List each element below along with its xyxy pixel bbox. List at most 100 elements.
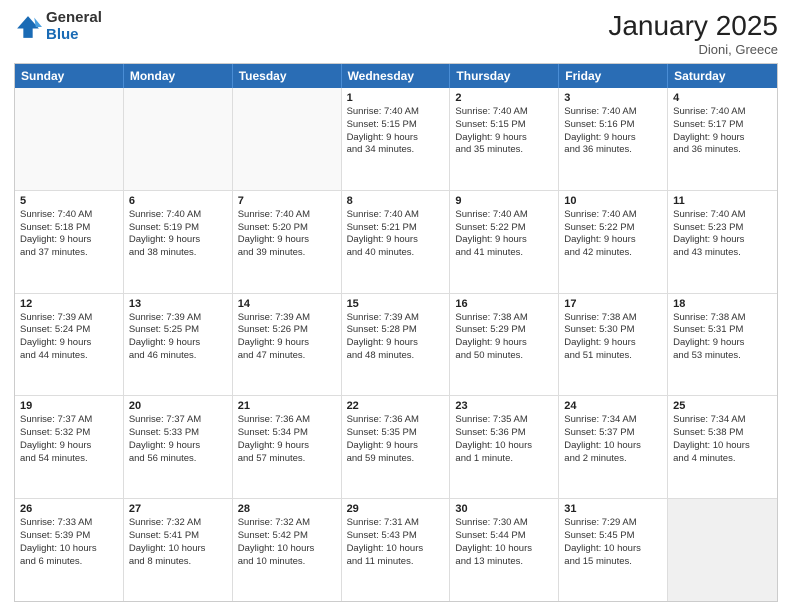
- calendar-cell: 20 Sunrise: 7:37 AM Sunset: 5:33 PM Dayli…: [124, 396, 233, 498]
- header: General Blue January 2025 Dioni, Greece: [14, 10, 778, 57]
- day-number: 7: [238, 195, 336, 207]
- day-number: 19: [20, 400, 118, 412]
- day-number: 24: [564, 400, 662, 412]
- calendar-cell: 28 Sunrise: 7:32 AM Sunset: 5:42 PM Dayli…: [233, 499, 342, 601]
- calendar-cell: 9 Sunrise: 7:40 AM Sunset: 5:22 PM Daylig…: [450, 191, 559, 293]
- calendar-cell: 2 Sunrise: 7:40 AM Sunset: 5:15 PM Daylig…: [450, 88, 559, 190]
- calendar-cell: 1 Sunrise: 7:40 AM Sunset: 5:15 PM Daylig…: [342, 88, 451, 190]
- day-info: Sunrise: 7:40 AM Sunset: 5:18 PM Dayligh…: [20, 209, 118, 260]
- day-info: Sunrise: 7:40 AM Sunset: 5:21 PM Dayligh…: [347, 209, 445, 260]
- day-info: Sunrise: 7:40 AM Sunset: 5:15 PM Dayligh…: [455, 106, 553, 157]
- calendar-cell: 7 Sunrise: 7:40 AM Sunset: 5:20 PM Daylig…: [233, 191, 342, 293]
- day-info: Sunrise: 7:39 AM Sunset: 5:24 PM Dayligh…: [20, 312, 118, 363]
- day-number: 26: [20, 503, 118, 515]
- calendar-cell: 25Sunrise: 7:34 AM Sunset: 5:38 PM Dayli…: [668, 396, 777, 498]
- header-day-thursday: Thursday: [450, 64, 559, 88]
- calendar-cell: 26 Sunrise: 7:33 AM Sunset: 5:39 PM Dayli…: [15, 499, 124, 601]
- day-number: 17: [564, 298, 662, 310]
- day-number: 9: [455, 195, 553, 207]
- day-info: Sunrise: 7:40 AM Sunset: 5:23 PM Dayligh…: [673, 209, 772, 260]
- day-number: 18: [673, 298, 772, 310]
- day-info: Sunrise: 7:39 AM Sunset: 5:25 PM Dayligh…: [129, 312, 227, 363]
- day-number: 31: [564, 503, 662, 515]
- logo-blue-label: Blue: [46, 27, 102, 44]
- day-info: Sunrise: 7:40 AM Sunset: 5:20 PM Dayligh…: [238, 209, 336, 260]
- day-info: Sunrise: 7:37 AM Sunset: 5:33 PM Dayligh…: [129, 414, 227, 465]
- day-number: 10: [564, 195, 662, 207]
- calendar-cell: [668, 499, 777, 601]
- day-info: Sunrise: 7:40 AM Sunset: 5:22 PM Dayligh…: [564, 209, 662, 260]
- calendar-cell: 8 Sunrise: 7:40 AM Sunset: 5:21 PM Daylig…: [342, 191, 451, 293]
- day-number: 16: [455, 298, 553, 310]
- day-info: Sunrise: 7:40 AM Sunset: 5:17 PM Dayligh…: [673, 106, 772, 157]
- logo-text: General Blue: [46, 10, 102, 43]
- day-info: Sunrise: 7:33 AM Sunset: 5:39 PM Dayligh…: [20, 517, 118, 568]
- calendar-cell: 24 Sunrise: 7:34 AM Sunset: 5:37 PM Dayli…: [559, 396, 668, 498]
- calendar-cell: 30Sunrise: 7:30 AM Sunset: 5:44 PM Dayli…: [450, 499, 559, 601]
- header-day-friday: Friday: [559, 64, 668, 88]
- day-number: 12: [20, 298, 118, 310]
- day-number: 15: [347, 298, 445, 310]
- calendar-cell: 5Sunrise: 7:40 AM Sunset: 5:18 PM Daylig…: [15, 191, 124, 293]
- calendar-row-2: 12 Sunrise: 7:39 AM Sunset: 5:24 PM Dayli…: [15, 293, 777, 396]
- day-number: 4: [673, 92, 772, 104]
- calendar-cell: 14Sunrise: 7:39 AM Sunset: 5:26 PM Dayli…: [233, 294, 342, 396]
- calendar-cell: 3 Sunrise: 7:40 AM Sunset: 5:16 PM Daylig…: [559, 88, 668, 190]
- calendar-cell: [124, 88, 233, 190]
- day-info: Sunrise: 7:40 AM Sunset: 5:22 PM Dayligh…: [455, 209, 553, 260]
- day-info: Sunrise: 7:40 AM Sunset: 5:15 PM Dayligh…: [347, 106, 445, 157]
- calendar-cell: 17 Sunrise: 7:38 AM Sunset: 5:30 PM Dayli…: [559, 294, 668, 396]
- day-number: 8: [347, 195, 445, 207]
- calendar: SundayMondayTuesdayWednesdayThursdayFrid…: [14, 63, 778, 602]
- day-info: Sunrise: 7:39 AM Sunset: 5:26 PM Dayligh…: [238, 312, 336, 363]
- header-day-tuesday: Tuesday: [233, 64, 342, 88]
- day-number: 6: [129, 195, 227, 207]
- day-info: Sunrise: 7:34 AM Sunset: 5:38 PM Dayligh…: [673, 414, 772, 465]
- calendar-cell: 11 Sunrise: 7:40 AM Sunset: 5:23 PM Dayli…: [668, 191, 777, 293]
- page: General Blue January 2025 Dioni, Greece …: [0, 0, 792, 612]
- calendar-row-1: 5Sunrise: 7:40 AM Sunset: 5:18 PM Daylig…: [15, 190, 777, 293]
- day-number: 11: [673, 195, 772, 207]
- calendar-header: SundayMondayTuesdayWednesdayThursdayFrid…: [15, 64, 777, 88]
- day-info: Sunrise: 7:40 AM Sunset: 5:19 PM Dayligh…: [129, 209, 227, 260]
- logo-general-label: General: [46, 10, 102, 27]
- calendar-row-4: 26 Sunrise: 7:33 AM Sunset: 5:39 PM Dayli…: [15, 498, 777, 601]
- logo: General Blue: [14, 10, 102, 43]
- calendar-cell: 23Sunrise: 7:35 AM Sunset: 5:36 PM Dayli…: [450, 396, 559, 498]
- calendar-cell: 18 Sunrise: 7:38 AM Sunset: 5:31 PM Dayli…: [668, 294, 777, 396]
- calendar-cell: 12 Sunrise: 7:39 AM Sunset: 5:24 PM Dayli…: [15, 294, 124, 396]
- day-info: Sunrise: 7:30 AM Sunset: 5:44 PM Dayligh…: [455, 517, 553, 568]
- day-number: 1: [347, 92, 445, 104]
- day-number: 13: [129, 298, 227, 310]
- day-info: Sunrise: 7:38 AM Sunset: 5:31 PM Dayligh…: [673, 312, 772, 363]
- day-number: 21: [238, 400, 336, 412]
- day-number: 22: [347, 400, 445, 412]
- day-number: 28: [238, 503, 336, 515]
- day-info: Sunrise: 7:40 AM Sunset: 5:16 PM Dayligh…: [564, 106, 662, 157]
- calendar-cell: 27 Sunrise: 7:32 AM Sunset: 5:41 PM Dayli…: [124, 499, 233, 601]
- day-number: 20: [129, 400, 227, 412]
- day-number: 27: [129, 503, 227, 515]
- calendar-cell: 16Sunrise: 7:38 AM Sunset: 5:29 PM Dayli…: [450, 294, 559, 396]
- day-number: 2: [455, 92, 553, 104]
- calendar-row-0: 1 Sunrise: 7:40 AM Sunset: 5:15 PM Daylig…: [15, 88, 777, 190]
- day-info: Sunrise: 7:32 AM Sunset: 5:41 PM Dayligh…: [129, 517, 227, 568]
- header-day-wednesday: Wednesday: [342, 64, 451, 88]
- logo-icon: [14, 13, 42, 41]
- calendar-cell: 22Sunrise: 7:36 AM Sunset: 5:35 PM Dayli…: [342, 396, 451, 498]
- calendar-cell: [233, 88, 342, 190]
- calendar-cell: 13 Sunrise: 7:39 AM Sunset: 5:25 PM Dayli…: [124, 294, 233, 396]
- day-info: Sunrise: 7:34 AM Sunset: 5:37 PM Dayligh…: [564, 414, 662, 465]
- calendar-cell: [15, 88, 124, 190]
- day-number: 29: [347, 503, 445, 515]
- calendar-cell: 31Sunrise: 7:29 AM Sunset: 5:45 PM Dayli…: [559, 499, 668, 601]
- calendar-cell: 21Sunrise: 7:36 AM Sunset: 5:34 PM Dayli…: [233, 396, 342, 498]
- day-info: Sunrise: 7:35 AM Sunset: 5:36 PM Dayligh…: [455, 414, 553, 465]
- calendar-cell: 19 Sunrise: 7:37 AM Sunset: 5:32 PM Dayli…: [15, 396, 124, 498]
- day-info: Sunrise: 7:37 AM Sunset: 5:32 PM Dayligh…: [20, 414, 118, 465]
- day-info: Sunrise: 7:32 AM Sunset: 5:42 PM Dayligh…: [238, 517, 336, 568]
- day-number: 3: [564, 92, 662, 104]
- calendar-cell: 29Sunrise: 7:31 AM Sunset: 5:43 PM Dayli…: [342, 499, 451, 601]
- calendar-cell: 15Sunrise: 7:39 AM Sunset: 5:28 PM Dayli…: [342, 294, 451, 396]
- day-info: Sunrise: 7:38 AM Sunset: 5:30 PM Dayligh…: [564, 312, 662, 363]
